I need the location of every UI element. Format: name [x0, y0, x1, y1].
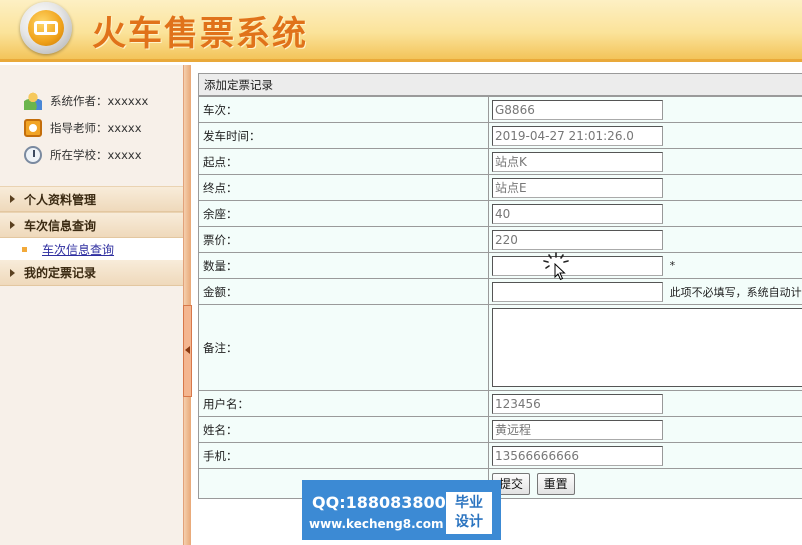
booking-form: 添加定票记录 车次： G8866 发车时间： 2019-04-27 21:01:…: [198, 73, 802, 499]
depart-time-label: 发车时间：: [198, 122, 489, 149]
seats-left-label: 余座：: [198, 200, 489, 227]
caret-right-icon: [10, 195, 15, 203]
bullet-icon: [22, 246, 27, 252]
destination-field[interactable]: 站点E: [492, 177, 663, 198]
sidebar-info: 系统作者：xxxxxx 指导老师：xxxxx 所在学校：xxxxx: [0, 65, 183, 168]
row-price: 票价： 220: [198, 226, 802, 253]
origin-label: 起点：: [198, 148, 489, 175]
quantity-label: 数量：: [198, 252, 489, 279]
origin-field[interactable]: 站点K: [492, 151, 663, 172]
sidebar: 系统作者：xxxxxx 指导老师：xxxxx 所在学校：xxxxx 个人资料管理…: [0, 65, 183, 545]
author-text: 系统作者：xxxxxx: [50, 93, 149, 108]
sidebar-menu: 个人资料管理 车次信息查询 车次信息查询 我的定票记录: [0, 186, 183, 286]
price-label: 票价：: [198, 226, 489, 253]
depart-time-field[interactable]: 2019-04-27 21:01:26.0: [492, 125, 663, 146]
watermark-tag-line2: 设计: [455, 514, 483, 530]
app-title: 火车售票系统: [92, 14, 308, 54]
row-amount: 金额： 此项不必填写，系统自动计: [198, 278, 802, 305]
teacher-icon: [24, 118, 42, 137]
train-query-link[interactable]: 车次信息查询: [42, 241, 114, 258]
caret-left-icon: [185, 346, 190, 354]
row-name: 姓名： 黄远程: [198, 416, 802, 443]
reset-button[interactable]: 重置: [536, 472, 575, 495]
menu-train-query-label: 车次信息查询: [24, 218, 97, 233]
row-remark: 备注：: [198, 304, 802, 391]
watermark-qq: QQ:188083800: [312, 493, 446, 512]
destination-label: 终点：: [198, 174, 489, 201]
school-text: 所在学校：xxxxx: [50, 147, 142, 162]
menu-my-orders-label: 我的定票记录: [24, 266, 97, 280]
school-info: 所在学校：xxxxx: [0, 141, 183, 168]
teacher-info: 指导老师：xxxxx: [0, 114, 183, 141]
seats-left-field[interactable]: 40: [492, 203, 663, 224]
phone-label: 手机：: [198, 442, 489, 469]
row-quantity: 数量： *: [198, 252, 802, 279]
app-header: 火车售票系统: [0, 0, 802, 62]
row-username: 用户名： 123456: [198, 390, 802, 417]
required-mark: *: [669, 259, 676, 272]
form-title: 添加定票记录: [198, 73, 802, 96]
menu-profile-label: 个人资料管理: [24, 192, 97, 207]
submenu-train-query: 车次信息查询: [0, 238, 183, 260]
amount-label: 金额：: [198, 278, 489, 305]
name-label: 姓名：: [198, 416, 489, 443]
price-field[interactable]: 220: [492, 229, 663, 250]
author-info: 系统作者：xxxxxx: [0, 87, 183, 114]
phone-field[interactable]: 13566666666: [492, 445, 663, 466]
menu-train-query[interactable]: 车次信息查询: [0, 212, 183, 238]
row-destination: 终点： 站点E: [198, 174, 802, 201]
amount-note: 此项不必填写，系统自动计: [669, 285, 802, 299]
row-seats-left: 余座： 40: [198, 200, 802, 227]
username-label: 用户名：: [198, 390, 489, 417]
train-no-field[interactable]: G8866: [492, 99, 663, 120]
sidebar-collapse-toggle[interactable]: [183, 305, 192, 397]
amount-input[interactable]: [492, 281, 663, 302]
clock-icon: [24, 145, 42, 164]
watermark-tag-line1: 毕业: [455, 495, 483, 511]
quantity-input[interactable]: [492, 255, 663, 276]
caret-right-icon: [10, 221, 15, 229]
remark-label: 备注：: [198, 304, 489, 391]
row-phone: 手机： 13566666666: [198, 442, 802, 469]
watermark-url: www.kecheng8.com: [309, 517, 444, 531]
row-depart-time: 发车时间： 2019-04-27 21:01:26.0: [198, 122, 802, 149]
row-origin: 起点： 站点K: [198, 148, 802, 175]
teacher-text: 指导老师：xxxxx: [50, 120, 142, 135]
menu-profile[interactable]: 个人资料管理: [0, 186, 183, 212]
form-table: 车次： G8866 发车时间： 2019-04-27 21:01:26.0 起点…: [198, 96, 802, 499]
caret-right-icon: [10, 268, 15, 277]
menu-my-orders[interactable]: 我的定票记录: [0, 260, 183, 286]
mouse-pointer-icon: [554, 263, 566, 281]
watermark-tag: 毕业 设计: [446, 492, 492, 534]
remark-textarea[interactable]: [492, 308, 802, 387]
train-no-label: 车次：: [198, 96, 489, 123]
name-field[interactable]: 黄远程: [492, 419, 663, 440]
username-field[interactable]: 123456: [492, 393, 663, 414]
users-icon: [24, 91, 42, 110]
row-train-no: 车次： G8866: [198, 96, 802, 123]
logo-icon: [20, 2, 72, 54]
watermark-banner: QQ:188083800 www.kecheng8.com 毕业 设计: [302, 480, 501, 540]
